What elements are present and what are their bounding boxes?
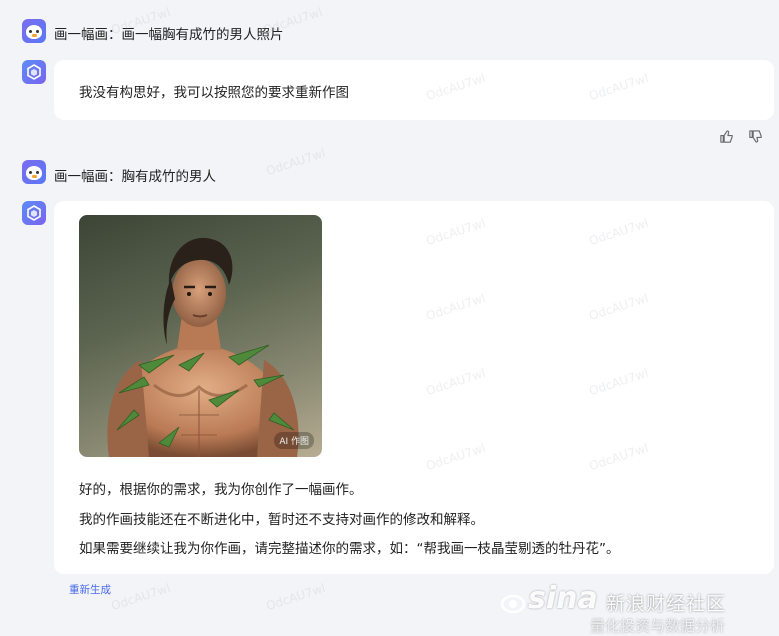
- sina-logo-text: sina: [528, 581, 598, 616]
- watermark-text: OdcAU7wl: [109, 580, 173, 614]
- thumbs-up-icon[interactable]: [719, 129, 734, 144]
- thumbs-down-icon[interactable]: [748, 129, 763, 144]
- sina-community-name: 新浪财经社区: [606, 593, 727, 615]
- sina-watermark: sina 新浪财经社区 量化投资与数据分析: [500, 575, 779, 635]
- bot-reply-line-1: 好的，根据你的需求，我为你创作了一幅画作。: [79, 482, 363, 498]
- bot-reply-line-3: 如果需要继续让我为你作画，请完整描述你的需求，如：“帮我画一枝晶莹剔透的牡丹花”…: [79, 541, 620, 557]
- watermark-text: OdcAU7wl: [264, 580, 328, 614]
- bot-reply-text-1: 我没有构思好，我可以按照您的要求重新作图: [79, 85, 349, 101]
- user-prompt-1: 画一幅画：画一幅胸有成竹的男人照片: [54, 27, 284, 43]
- bot-reply-bubble-1: 我没有构思好，我可以按照您的要求重新作图: [54, 60, 774, 120]
- user-prompt-2: 画一幅画：胸有成竹的男人: [54, 169, 216, 185]
- generated-portrait-illustration: [107, 237, 299, 457]
- sina-sub-caption: 量化投资与数据分析: [590, 617, 726, 635]
- bot-avatar: [22, 60, 46, 84]
- sina-eye-icon: [500, 594, 526, 614]
- bot-reply-line-2: 我的作画技能还在不断进化中，暂时还不支持对画作的修改和解释。: [79, 512, 484, 528]
- user-avatar: [22, 19, 46, 43]
- ai-generated-badge: AI 作图: [274, 432, 314, 449]
- bot-reply-bubble-2: AI 作图 好的，根据你的需求，我为你创作了一幅画作。 我的作画技能还在不断进化…: [54, 201, 774, 574]
- bot-avatar: [22, 201, 46, 225]
- watermark-text: OdcAU7wl: [264, 145, 328, 179]
- user-avatar: [22, 160, 46, 184]
- generated-image[interactable]: AI 作图: [79, 215, 322, 457]
- regenerate-button[interactable]: 重新生成: [69, 582, 111, 597]
